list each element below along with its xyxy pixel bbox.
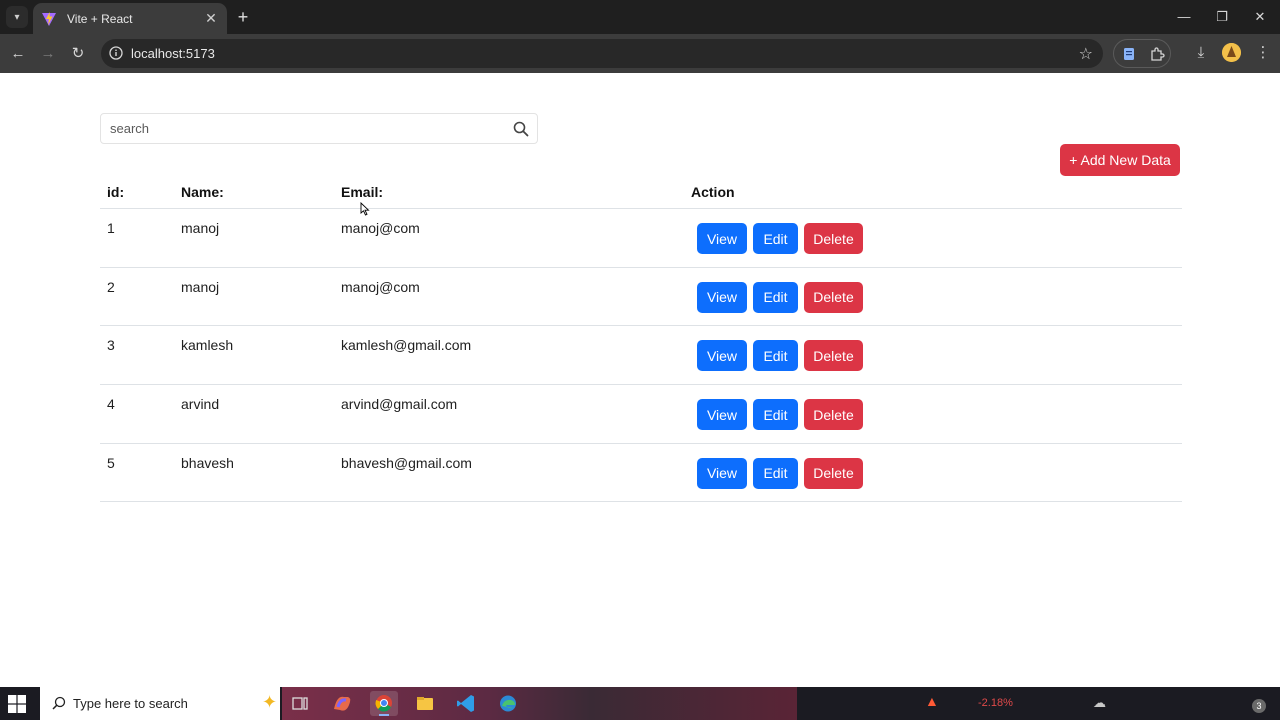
profile-picture-icon <box>1222 43 1241 62</box>
cell-name: arvind <box>181 396 220 413</box>
taskbar-search-icon <box>52 696 66 710</box>
active-app-indicator <box>379 714 389 716</box>
url-text[interactable]: localhost:5173 <box>131 46 215 61</box>
cell-name: kamlesh <box>181 337 234 354</box>
file-explorer-icon[interactable] <box>411 691 439 716</box>
cell-name: manoj <box>181 220 220 236</box>
header-id: id: <box>107 184 125 200</box>
cell-id: 1 <box>107 220 115 236</box>
cell-name: bhavesh <box>181 454 234 471</box>
delete-button[interactable]: Delete <box>804 281 863 313</box>
copilot-app-icon[interactable] <box>328 691 356 716</box>
cell-email: arvind@gmail.com <box>341 396 458 413</box>
new-tab-button[interactable]: + <box>232 6 254 28</box>
delete-button[interactable]: Delete <box>804 457 863 489</box>
edit-button[interactable]: Edit <box>753 340 798 372</box>
delete-button[interactable]: Delete <box>804 340 863 372</box>
extension-docs-icon[interactable] <box>1121 46 1137 62</box>
address-bar[interactable]: localhost:5173 ☆ <box>101 39 1103 68</box>
mouse-cursor-icon <box>360 202 370 216</box>
cell-name: manoj <box>181 278 220 295</box>
search-box <box>100 113 538 144</box>
edge-icon[interactable] <box>494 691 522 716</box>
edit-button[interactable]: Edit <box>753 457 798 489</box>
edit-button[interactable]: Edit <box>753 281 798 313</box>
delete-button[interactable]: Delete <box>804 399 863 431</box>
view-button[interactable]: View <box>697 223 747 254</box>
os-taskbar: Type here to search ✦ ▲ -2.18% ☁ 3 <box>0 687 1280 720</box>
cell-id: 2 <box>107 278 115 295</box>
header-action: Action <box>691 184 735 200</box>
cell-id: 5 <box>107 454 115 471</box>
cell-email: manoj@com <box>341 278 420 295</box>
search-input[interactable] <box>101 114 501 143</box>
bookmark-star-icon[interactable]: ☆ <box>1079 44 1093 64</box>
browser-tab-active[interactable]: Vite + React ✕ <box>33 3 227 34</box>
stocks-widget-icon[interactable]: ▲ <box>925 693 939 709</box>
edit-button[interactable]: Edit <box>753 399 798 431</box>
delete-button[interactable]: Delete <box>804 223 863 254</box>
browser-menu-icon[interactable]: ⋮ <box>1252 42 1274 64</box>
table-row: 1 manoj manoj@com View Edit Delete <box>100 209 1182 268</box>
cell-email: manoj@com <box>341 220 420 236</box>
page-content: + Add New Data id: Name: Email: Action 1… <box>0 73 1280 687</box>
view-button[interactable]: View <box>697 340 747 372</box>
vscode-icon[interactable] <box>452 691 480 716</box>
chrome-icon <box>375 695 392 712</box>
cell-id: 3 <box>107 337 115 354</box>
search-icon[interactable] <box>513 121 529 137</box>
cell-email: kamlesh@gmail.com <box>341 337 472 354</box>
windows-start-icon[interactable] <box>8 695 26 713</box>
header-email: Email: <box>341 184 384 200</box>
header-name: Name: <box>181 184 224 200</box>
view-button[interactable]: View <box>697 281 747 313</box>
taskbar-search-placeholder: Type here to search <box>73 696 188 711</box>
notification-count-badge[interactable]: 3 <box>1252 699 1266 713</box>
task-view-icon[interactable] <box>286 691 314 716</box>
table-row: 3 kamlesh kamlesh@gmail.com View Edit De… <box>100 326 1182 386</box>
window-close-button[interactable]: ✕ <box>1248 6 1272 28</box>
table-row: 4 arvind arvind@gmail.com View Edit Dele… <box>100 385 1182 444</box>
reload-icon[interactable]: ↻ <box>66 42 90 66</box>
restore-button[interactable]: ❐ <box>1210 6 1234 28</box>
tab-search-button[interactable]: ▾ <box>6 6 28 28</box>
minimize-button[interactable]: — <box>1172 6 1196 28</box>
taskbar-search[interactable]: Type here to search ✦ <box>40 687 280 720</box>
table-row: 2 manoj manoj@com View Edit Delete <box>100 268 1182 327</box>
extensions-puzzle-icon[interactable] <box>1149 46 1165 62</box>
profile-avatar[interactable] <box>1222 43 1241 62</box>
copilot-sparkle-icon: ✦ <box>262 692 278 712</box>
cell-email: bhavesh@gmail.com <box>341 454 472 471</box>
table-header: id: Name: Email: Action <box>100 172 1182 209</box>
view-button[interactable]: View <box>697 457 747 489</box>
taskbar-wallpaper-band <box>282 687 797 720</box>
extensions-group <box>1113 39 1171 68</box>
data-table: id: Name: Email: Action 1 manoj manoj@co… <box>100 172 1182 503</box>
cell-id: 4 <box>107 396 115 413</box>
browser-tab-strip: ▾ Vite + React ✕ + — ❐ ✕ <box>0 0 1280 34</box>
browser-toolbar: ← → ↻ localhost:5173 ☆ ⤓ ⋮ <box>0 34 1280 73</box>
edit-button[interactable]: Edit <box>753 223 798 254</box>
downloads-icon[interactable]: ⤓ <box>1190 42 1212 64</box>
chrome-taskbar-button[interactable] <box>370 691 398 716</box>
site-info-icon[interactable] <box>109 46 123 60</box>
view-button[interactable]: View <box>697 399 747 431</box>
stock-change-text: -2.18% <box>978 697 1013 709</box>
table-row: 5 bhavesh bhavesh@gmail.com View Edit De… <box>100 444 1182 503</box>
back-arrow-icon[interactable]: ← <box>6 42 30 66</box>
forward-arrow-icon[interactable]: → <box>36 42 60 66</box>
vite-logo-icon <box>42 11 56 26</box>
onedrive-cloud-icon[interactable]: ☁ <box>1093 695 1106 711</box>
tab-close-icon[interactable]: ✕ <box>203 10 219 27</box>
tab-title: Vite + React <box>67 11 133 26</box>
